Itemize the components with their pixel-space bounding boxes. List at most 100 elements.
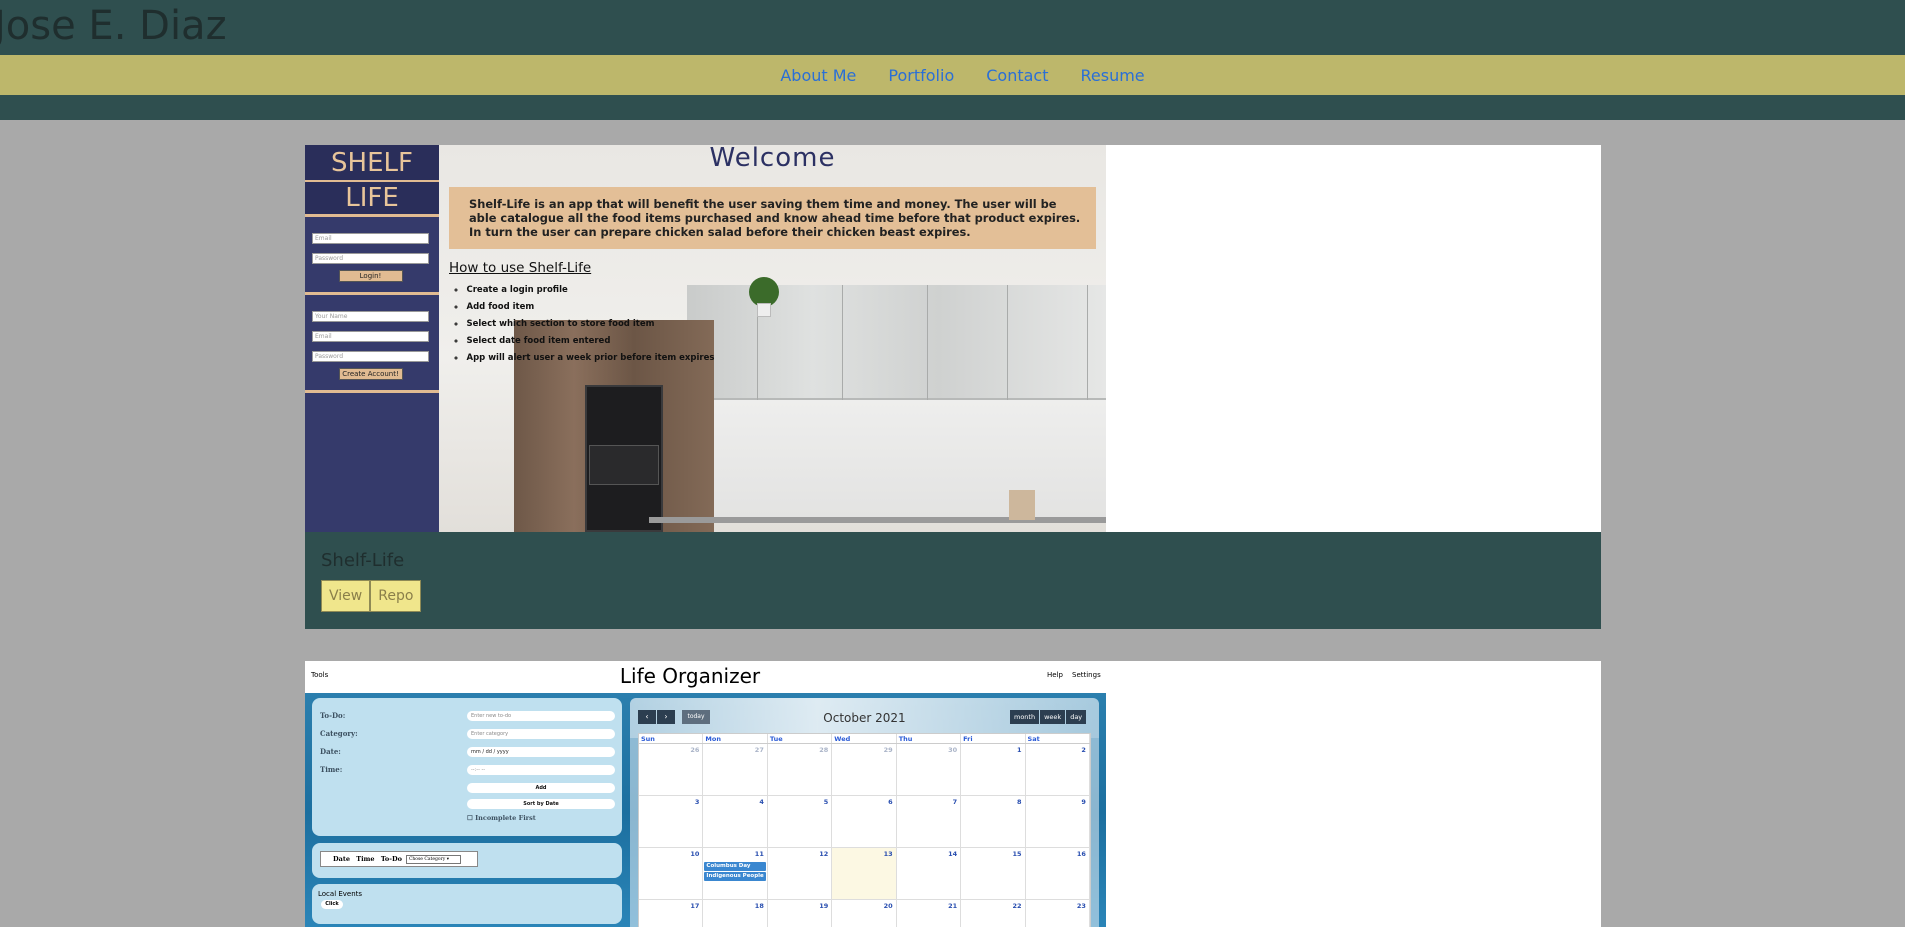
signup-email-field: Email <box>312 331 429 342</box>
repo-button[interactable]: Repo <box>370 580 422 612</box>
list-item: App will alert user a week prior before … <box>455 353 715 370</box>
category-input: Enter category <box>467 729 615 739</box>
calendar-day: 5 <box>767 796 833 847</box>
date-label: Date: <box>320 747 341 756</box>
list-item: Select date food item entered <box>455 336 714 353</box>
calendar-day: 23 <box>1025 900 1090 927</box>
list-item: Create a login profile <box>455 285 714 302</box>
login-button: Login! <box>338 270 403 282</box>
calendar-day: 21 <box>896 900 962 927</box>
shelf-life-logo: SHELF LIFE <box>305 145 439 217</box>
calendar-day: 16 <box>1025 848 1090 899</box>
kitchen-background: Welcome Shelf-Life is an app that will b… <box>439 145 1106 532</box>
calendar-day: 11 Columbus Day Indigenous People <box>703 848 768 899</box>
calendar-day: 18 <box>703 900 768 927</box>
calendar-week: 26 27 28 29 30 1 2 <box>639 744 1090 796</box>
day-header: Wed <box>832 734 897 743</box>
project-card-shelf-life: SHELF LIFE Email Password Login! Your Na… <box>305 145 1601 629</box>
app-description: Shelf-Life is an app that will benefit t… <box>449 187 1096 249</box>
nav-portfolio[interactable]: Portfolio <box>888 66 954 85</box>
signup-name-field: Your Name <box>312 311 429 322</box>
todo-label: To-Do: <box>320 711 346 720</box>
calendar-week: 17 18 19 20 21 22 23 <box>639 900 1090 927</box>
add-button: Add <box>467 783 615 793</box>
calendar-day: 28 <box>767 744 833 795</box>
calendar-day: 9 <box>1025 796 1090 847</box>
todo-form: To-Do: Category: Date: Time: Enter new t… <box>312 698 622 836</box>
calendar-days-header: Sun Mon Tue Wed Thu Fri Sat <box>639 734 1090 744</box>
project-title: Shelf-Life <box>321 550 405 571</box>
calendar-day: 29 <box>832 744 897 795</box>
login-password-field: Password <box>312 253 429 264</box>
life-organizer-body: To-Do: Category: Date: Time: Enter new t… <box>305 693 1106 927</box>
project-buttons: View Repo <box>321 580 422 612</box>
calendar-day: 26 <box>639 744 704 795</box>
calendar-day: 1 <box>961 744 1026 795</box>
login-email-field: Email <box>312 233 429 244</box>
calendar-day: 12 <box>767 848 833 899</box>
help-menu: Help <box>1047 671 1063 679</box>
calendar-day: 2 <box>1025 744 1090 795</box>
steps-list: Create a login profile Add food item Sel… <box>455 285 715 370</box>
sort-by-date-button: Sort by Date <box>467 799 615 809</box>
calendar-day: 30 <box>896 744 962 795</box>
todo-table: Date Time To-Do Chose Category ▾ <box>312 843 622 878</box>
month-view-button: month <box>1010 710 1040 724</box>
calendar-day: 4 <box>703 796 768 847</box>
table-header: Date Time To-Do Chose Category ▾ <box>320 851 478 867</box>
calendar-day: 3 <box>639 796 704 847</box>
view-button[interactable]: View <box>321 580 371 612</box>
day-header: Tue <box>768 734 833 743</box>
nav-about-me[interactable]: About Me <box>780 66 856 85</box>
list-item: Add food item <box>455 302 714 319</box>
project-card-life-organizer: Tools Life Organizer Help Settings To-Do… <box>305 661 1601 927</box>
calendar-day: 10 <box>639 848 704 899</box>
day-header: Sun <box>639 734 704 743</box>
nav-contact[interactable]: Contact <box>986 66 1048 85</box>
calendar-day-today: 13 <box>832 848 897 899</box>
local-events-panel: Local Events Click <box>312 884 622 924</box>
calendar-day: 7 <box>896 796 962 847</box>
category-select: Chose Category ▾ <box>405 854 461 864</box>
how-to-heading: How to use Shelf-Life <box>449 260 592 276</box>
calendar-week: 10 11 Columbus Day Indigenous People 12 … <box>639 848 1090 900</box>
kitchen-cabinets <box>687 285 1106 400</box>
project-screenshot: Tools Life Organizer Help Settings To-Do… <box>305 661 1106 927</box>
project-footer: Shelf-Life View Repo <box>305 532 1601 629</box>
date-input: mm / dd / yyyy <box>467 747 615 757</box>
week-view-button: week <box>1040 710 1066 724</box>
calendar-day: 15 <box>961 848 1026 899</box>
signup-form: Your Name Email Password Create Account! <box>305 295 439 393</box>
settings-menu: Settings <box>1072 671 1101 679</box>
life-organizer-topbar: Tools Life Organizer Help Settings <box>305 661 1106 693</box>
incomplete-first-checkbox: ☐ Incomplete First <box>467 814 536 822</box>
local-events-label: Local Events <box>318 890 363 898</box>
calendar-day: 20 <box>832 900 897 927</box>
project-screenshot: SHELF LIFE Email Password Login! Your Na… <box>305 145 1106 532</box>
list-item: Select which section to store food item <box>455 319 714 336</box>
calendar: ‹ › today October 2021 month week day Su… <box>630 698 1099 927</box>
calendar-event: Columbus Day <box>704 862 767 871</box>
welcome-heading: Welcome <box>709 145 836 173</box>
calendar-views: month week day <box>1010 710 1087 724</box>
life-organizer-title: Life Organizer <box>619 664 761 688</box>
time-label: Time: <box>320 765 343 774</box>
day-header: Mon <box>703 734 768 743</box>
login-form: Email Password Login! <box>305 217 439 295</box>
calendar-grid: Sun Mon Tue Wed Thu Fri Sat 26 27 28 29 … <box>638 733 1091 927</box>
calendar-day: 27 <box>703 744 768 795</box>
day-header: Thu <box>897 734 962 743</box>
calendar-day: 14 <box>896 848 962 899</box>
nav-resume[interactable]: Resume <box>1080 66 1144 85</box>
calendar-day: 17 <box>639 900 704 927</box>
create-account-button: Create Account! <box>338 368 403 380</box>
day-header: Sat <box>1026 734 1090 743</box>
category-label: Category: <box>320 729 358 738</box>
todo-input: Enter new to-do <box>467 711 615 721</box>
calendar-event: Indigenous People <box>704 872 767 881</box>
calendar-day: 8 <box>961 796 1026 847</box>
site-header: Jose E. Diaz About Me Portfolio Contact … <box>0 0 1905 120</box>
calendar-week: 3 4 5 6 7 8 9 <box>639 796 1090 848</box>
calendar-day: 19 <box>767 900 833 927</box>
signup-password-field: Password <box>312 351 429 362</box>
